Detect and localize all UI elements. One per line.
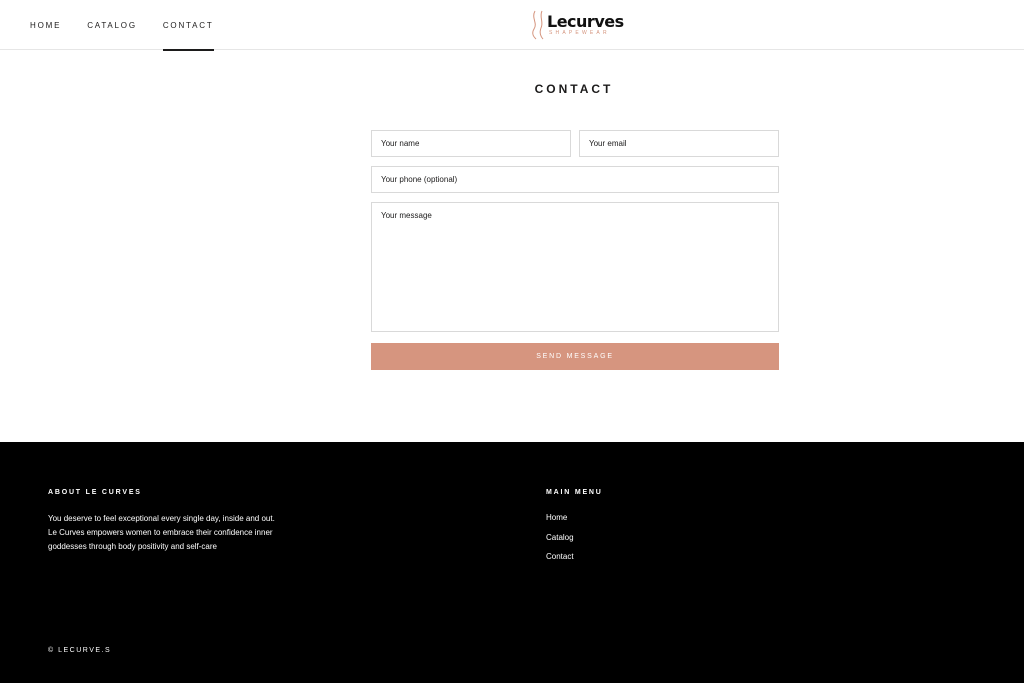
about-text: You deserve to feel exceptional every si… bbox=[48, 514, 275, 551]
nav-home[interactable]: HOME bbox=[30, 0, 61, 50]
send-message-button[interactable]: SEND MESSAGE bbox=[371, 343, 779, 370]
copyright: © LECURVE.S bbox=[48, 647, 112, 654]
nav-contact[interactable]: CONTACT bbox=[162, 0, 214, 51]
name-field[interactable] bbox=[371, 130, 571, 157]
message-field[interactable] bbox=[371, 202, 779, 332]
logo-text: Lecurves SHAPEWEAR bbox=[547, 11, 624, 37]
footer-link-contact[interactable]: Contact bbox=[546, 552, 574, 561]
phone-field[interactable] bbox=[371, 166, 779, 193]
site-logo[interactable]: Lecurves SHAPEWEAR bbox=[531, 10, 624, 40]
site-header: HOME CATALOG CONTACT Lecurves SHAPEWEAR bbox=[0, 0, 1024, 51]
body-curve-logo-icon bbox=[532, 10, 544, 40]
menu-heading: MAIN MENU bbox=[546, 489, 603, 496]
logo-tagline: SHAPEWEAR bbox=[549, 29, 610, 36]
main-nav: HOME CATALOG CONTACT bbox=[30, 0, 240, 51]
page-title: CONTACT bbox=[534, 82, 614, 96]
site-footer: ABOUT LE CURVES You deserve to feel exce… bbox=[0, 442, 1024, 683]
nav-catalog[interactable]: CATALOG bbox=[87, 0, 137, 50]
footer-link-home[interactable]: Home bbox=[546, 513, 567, 522]
email-field[interactable] bbox=[579, 130, 779, 157]
logo-name: Lecurves bbox=[547, 11, 624, 31]
about-heading: ABOUT LE CURVES bbox=[48, 489, 142, 496]
footer-link-catalog[interactable]: Catalog bbox=[546, 533, 574, 542]
